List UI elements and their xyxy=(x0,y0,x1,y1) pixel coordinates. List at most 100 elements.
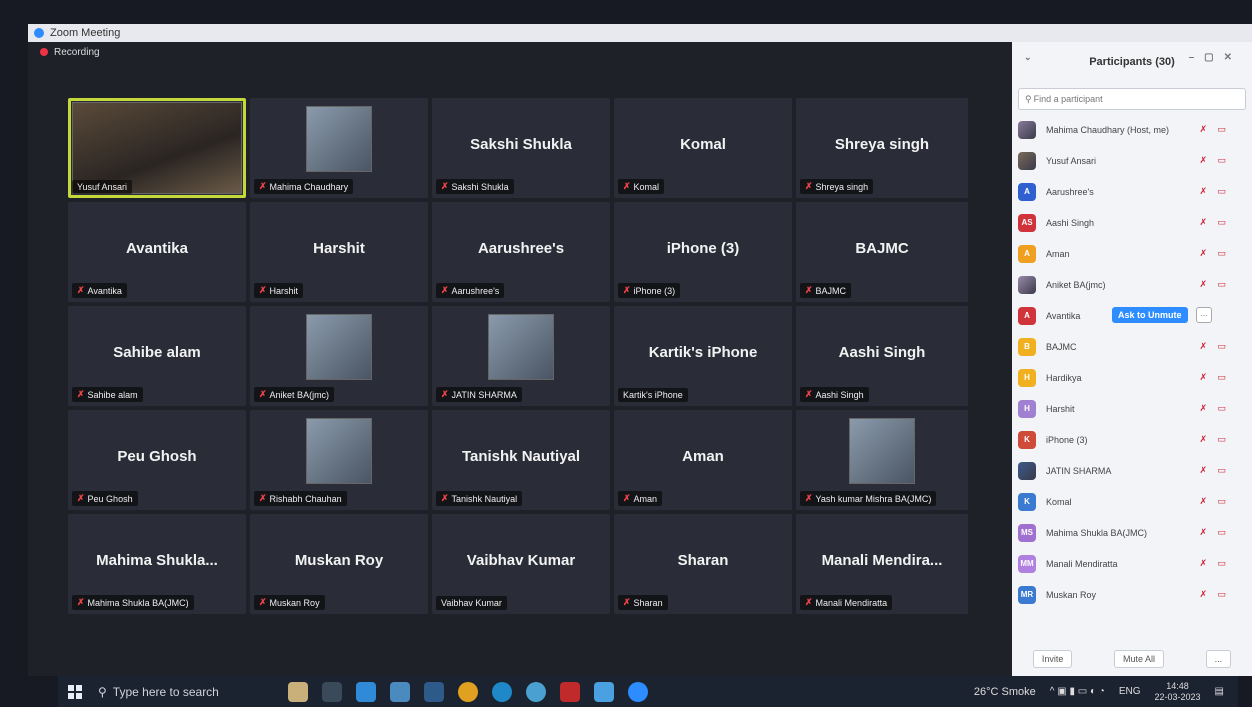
weather-widget[interactable]: 26°C Smoke xyxy=(974,686,1036,698)
participant-search-input[interactable] xyxy=(1031,93,1216,105)
windows-start-icon[interactable] xyxy=(68,684,82,699)
participant-tile[interactable]: Manali Mendira... ✗ Manali Mendiratta xyxy=(796,514,968,614)
notification-icon[interactable]: ▤ xyxy=(1215,686,1224,697)
tile-label-text: Peu Ghosh xyxy=(87,493,133,504)
participant-tile[interactable]: Komal ✗ Komal xyxy=(614,98,792,198)
participant-tile[interactable]: Aman ✗ Aman xyxy=(614,410,792,510)
mute-all-button[interactable]: Mute All xyxy=(1113,650,1164,668)
chevron-down-icon[interactable]: ⌄ xyxy=(1024,52,1032,63)
participant-tile[interactable]: Shreya singh ✗ Shreya singh xyxy=(796,98,968,198)
participant-row[interactable]: H Hardikya ✗ ▭ xyxy=(1018,362,1252,393)
tile-name-label: ✗ Harshit xyxy=(254,283,304,298)
participant-tile[interactable]: ✗ Mahima Chaudhary xyxy=(250,98,428,198)
tile-label-text: BAJMC xyxy=(815,285,847,296)
tile-display-name: Aashi Singh xyxy=(838,344,926,361)
participant-tile[interactable]: Muskan Roy ✗ Muskan Roy xyxy=(250,514,428,614)
tile-label-text: Yash kumar Mishra BA(JMC) xyxy=(815,493,932,504)
whatsapp-icon[interactable] xyxy=(526,681,546,702)
netflix-icon[interactable] xyxy=(560,681,580,702)
tile-label-text: Harshit xyxy=(269,285,299,296)
participant-row[interactable]: MS Mahima Shukla BA(JMC) ✗ ▭ xyxy=(1018,517,1252,548)
tile-label-text: Yusuf Ansari xyxy=(77,182,128,192)
muted-mic-icon: ✗ xyxy=(77,493,85,503)
participant-row[interactable]: MR Muskan Roy ✗ ▭ xyxy=(1018,579,1252,610)
taskbar-search[interactable]: ⚲ Type here to search xyxy=(92,680,258,704)
participant-tile[interactable]: Tanishk Nautiyal ✗ Tanishk Nautiyal xyxy=(432,410,610,510)
mic-camera-status-icon: ✗ ▭ xyxy=(1199,341,1230,351)
mail-app-icon[interactable] xyxy=(390,681,410,702)
participant-row[interactable]: K Komal ✗ ▭ xyxy=(1018,486,1252,517)
mic-camera-status-icon: ✗ ▭ xyxy=(1199,124,1230,134)
tile-display-name: Sahibe alam xyxy=(113,344,201,361)
ask-to-unmute-button[interactable]: Ask to Unmute xyxy=(1112,307,1188,323)
participant-tile[interactable]: Yusuf Ansari xyxy=(68,98,246,198)
invite-button[interactable]: Invite xyxy=(1032,650,1073,668)
language-indicator[interactable]: ENG xyxy=(1119,686,1141,697)
tile-name-label: ✗ BAJMC xyxy=(800,283,852,298)
participant-row[interactable]: JATIN SHARMA ✗ ▭ xyxy=(1018,455,1252,486)
participant-tile[interactable]: Sakshi Shukla ✗ Sakshi Shukla xyxy=(432,98,610,198)
participant-tile[interactable]: ✗ JATIN SHARMA xyxy=(432,306,610,406)
tile-label-text: Aman xyxy=(633,493,658,504)
participant-tile[interactable]: Aashi Singh ✗ Aashi Singh xyxy=(796,306,968,406)
participant-tile[interactable]: Vaibhav Kumar Vaibhav Kumar xyxy=(432,514,610,614)
edge-icon[interactable] xyxy=(492,681,512,702)
people-app-icon[interactable] xyxy=(288,681,308,702)
participant-tile[interactable]: Harshit ✗ Harshit xyxy=(250,202,428,302)
muted-mic-icon: ✗ xyxy=(805,493,813,503)
avatar: MS xyxy=(1018,523,1036,542)
tile-display-name: Tanishk Nautiyal xyxy=(461,448,581,465)
task-view-icon[interactable] xyxy=(322,681,342,702)
participant-tile[interactable]: Sahibe alam ✗ Sahibe alam xyxy=(68,306,246,406)
participant-tile[interactable]: Kartik's iPhone Kartik's iPhone xyxy=(614,306,792,406)
more-options-button[interactable]: ... xyxy=(1205,650,1232,668)
participant-tile[interactable]: ✗ Yash kumar Mishra BA(JMC) xyxy=(796,410,968,510)
participant-tile[interactable]: BAJMC ✗ BAJMC xyxy=(796,202,968,302)
mic-camera-status-icon: ✗ ▭ xyxy=(1199,403,1230,413)
avatar xyxy=(1018,120,1036,139)
participant-row[interactable]: A Aman ✗ ▭ xyxy=(1018,238,1252,269)
participant-tile[interactable]: Aarushree's ✗ Aarushree's xyxy=(432,202,610,302)
participant-row[interactable]: Yusuf Ansari ✗ ▭ xyxy=(1018,145,1252,176)
avatar: A xyxy=(1018,182,1036,201)
muted-mic-icon: ✗ xyxy=(623,285,631,295)
muted-mic-icon: ✗ xyxy=(805,597,813,607)
window-controls-icon[interactable]: –▢✕ xyxy=(1189,52,1242,63)
clock[interactable]: 14:48 22-03-2023 xyxy=(1155,681,1201,703)
tray-icons[interactable]: ^ ▣ ▮ ▭ ◐ ◔ xyxy=(1050,686,1105,697)
participant-row[interactable]: H Harshit ✗ ▭ xyxy=(1018,393,1252,424)
participant-tile[interactable]: Sharan ✗ Sharan xyxy=(614,514,792,614)
participant-row[interactable]: Aniket BA(jmc) ✗ ▭ xyxy=(1018,269,1252,300)
notes-app-icon[interactable] xyxy=(594,681,614,702)
participant-tile[interactable]: Avantika ✗ Avantika xyxy=(68,202,246,302)
participant-list: Mahima Chaudhary (Host, me) ✗ ▭ Yusuf Ansa… xyxy=(1012,114,1252,610)
participant-tile[interactable]: Peu Ghosh ✗ Peu Ghosh xyxy=(68,410,246,510)
participant-tile[interactable]: Mahima Shukla... ✗ Mahima Shukla BA(JMC) xyxy=(68,514,246,614)
participant-row[interactable]: A Avantika Ask to Unmute... xyxy=(1018,300,1252,331)
muted-mic-icon: ✗ xyxy=(623,597,631,607)
tile-name-label: ✗ Aashi Singh xyxy=(800,387,869,402)
participant-tile[interactable]: iPhone (3) ✗ iPhone (3) xyxy=(614,202,792,302)
feather-app-icon[interactable] xyxy=(424,681,444,702)
participant-row[interactable]: Mahima Chaudhary (Host, me) ✗ ▭ xyxy=(1018,114,1252,145)
participant-row[interactable]: KiPhone (3) ✗ ▭ xyxy=(1018,424,1252,455)
tile-name-label: ✗ Aniket BA(jmc) xyxy=(254,387,335,402)
participant-name: Mahima Shukla BA(JMC) xyxy=(1046,527,1148,538)
participant-tile[interactable]: ✗ Rishabh Chauhan xyxy=(250,410,428,510)
participant-row[interactable]: AS Aashi Singh ✗ ▭ xyxy=(1018,207,1252,238)
participant-tile[interactable]: ✗ Aniket BA(jmc) xyxy=(250,306,428,406)
tile-label-text: Aarushree's xyxy=(451,285,500,296)
participant-search[interactable]: ⚲ xyxy=(1018,88,1246,110)
muted-mic-icon: ✗ xyxy=(441,493,449,503)
more-options-button[interactable]: ... xyxy=(1196,307,1212,323)
tile-label-text: Sahibe alam xyxy=(87,389,138,400)
tile-name-label: ✗ Sharan xyxy=(618,595,668,610)
chrome-icon[interactable] xyxy=(458,681,478,702)
tile-display-name: Aman xyxy=(682,448,724,465)
participant-row[interactable]: A Aarushree's ✗ ▭ xyxy=(1018,176,1252,207)
participant-row[interactable]: B BAJMC ✗ ▭ xyxy=(1018,331,1252,362)
store-app-icon[interactable] xyxy=(356,681,376,702)
tile-display-name: Peu Ghosh xyxy=(117,448,197,465)
zoom-taskbar-icon[interactable] xyxy=(628,681,648,702)
participant-row[interactable]: MM Manali Mendiratta ✗ ▭ xyxy=(1018,548,1252,579)
